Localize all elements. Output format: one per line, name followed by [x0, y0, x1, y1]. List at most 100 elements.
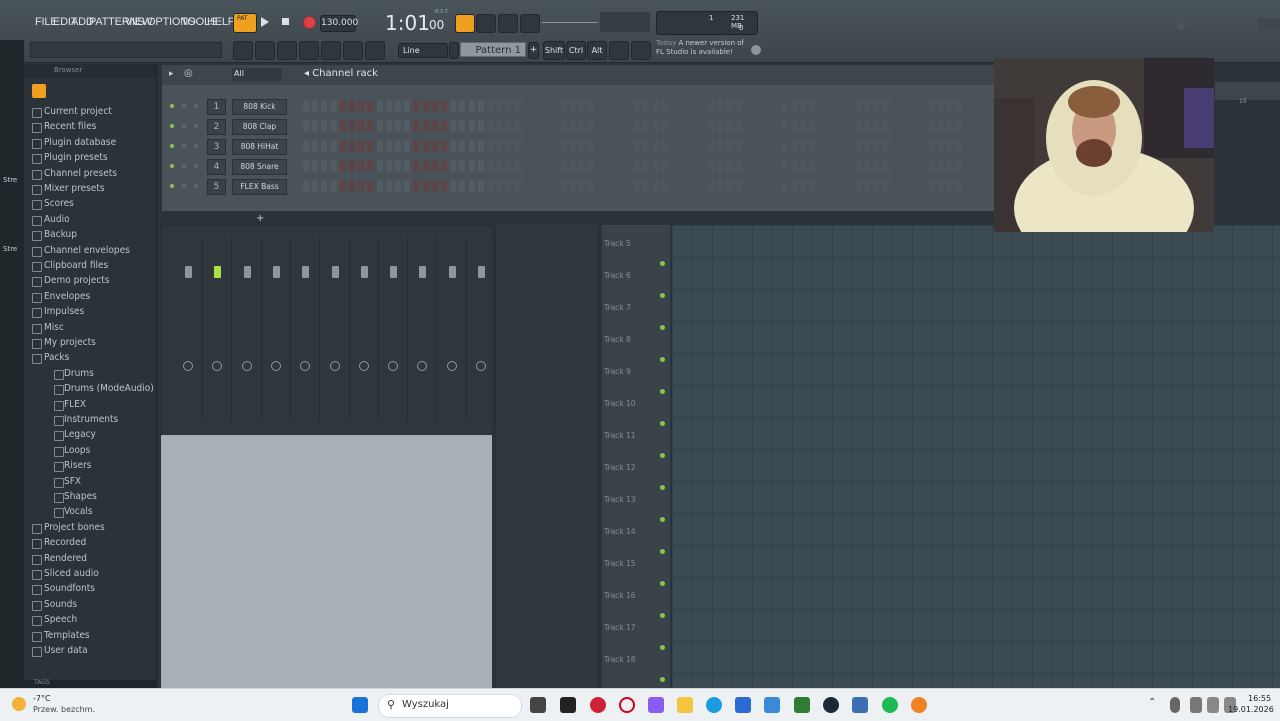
track-mute-led[interactable]: [660, 389, 665, 394]
step-button[interactable]: [312, 180, 319, 192]
add-channel-button[interactable]: +: [256, 213, 264, 224]
track-label[interactable]: Track 9: [604, 367, 631, 376]
step-button[interactable]: [891, 100, 898, 112]
step-button[interactable]: [781, 160, 788, 172]
step-button[interactable]: [385, 140, 392, 152]
step-button[interactable]: [937, 140, 944, 152]
step-button[interactable]: [385, 100, 392, 112]
step-button[interactable]: [717, 100, 723, 112]
fader-handle[interactable]: [185, 266, 192, 278]
knob-icon[interactable]: [194, 124, 198, 128]
step-button[interactable]: [533, 140, 539, 152]
step-button[interactable]: [891, 160, 898, 172]
metronome-button[interactable]: [455, 14, 475, 33]
track-mute-led[interactable]: [660, 357, 665, 362]
fader-handle[interactable]: [419, 266, 427, 278]
step-button[interactable]: [431, 120, 438, 132]
step-button[interactable]: [744, 140, 751, 152]
step-button[interactable]: [956, 160, 963, 172]
step-button[interactable]: [707, 180, 714, 192]
step-button[interactable]: [882, 180, 889, 192]
step-button[interactable]: [680, 100, 687, 112]
step-button[interactable]: [652, 160, 659, 172]
step-button[interactable]: [385, 120, 392, 132]
track-mute-led[interactable]: [660, 325, 665, 330]
step-button[interactable]: [349, 100, 355, 112]
track-mute-led[interactable]: [660, 549, 665, 554]
fader-handle[interactable]: [331, 266, 339, 278]
step-button[interactable]: [579, 160, 585, 172]
step-button[interactable]: [661, 160, 668, 172]
step-button[interactable]: [735, 100, 742, 112]
step-button[interactable]: [634, 180, 641, 192]
step-button[interactable]: [781, 180, 788, 192]
step-button[interactable]: [358, 180, 365, 192]
mixer-strip[interactable]: [203, 236, 233, 421]
step-button[interactable]: [349, 120, 355, 132]
piano-roll-icon[interactable]: [255, 41, 275, 60]
mic-icon[interactable]: [365, 41, 385, 60]
step-button[interactable]: [836, 120, 843, 132]
step-button[interactable]: [799, 120, 806, 132]
step-button[interactable]: [579, 180, 585, 192]
step-button[interactable]: [707, 140, 714, 152]
step-button[interactable]: [873, 120, 880, 132]
step-button[interactable]: [385, 180, 392, 192]
mixer-strip[interactable]: [467, 236, 496, 421]
windows-start-icon[interactable]: [352, 697, 368, 713]
channel-name-button[interactable]: 808 HiHat: [232, 139, 287, 155]
step-button[interactable]: [615, 160, 622, 172]
wait-button[interactable]: [498, 14, 518, 33]
step-button[interactable]: [551, 180, 558, 192]
task-view-icon[interactable]: [530, 697, 546, 713]
step-button[interactable]: [450, 100, 457, 112]
step-button[interactable]: [560, 140, 567, 152]
channel-name-button[interactable]: FLEX Bass: [232, 179, 287, 195]
pat-song-toggle[interactable]: PAT: [233, 13, 257, 33]
step-button[interactable]: [643, 100, 650, 112]
step-button[interactable]: [818, 140, 825, 152]
step-button[interactable]: [367, 160, 374, 172]
step-button[interactable]: [330, 120, 337, 132]
step-button[interactable]: [459, 100, 466, 112]
step-button[interactable]: [947, 140, 953, 152]
step-button[interactable]: [395, 180, 401, 192]
step-button[interactable]: [413, 180, 420, 192]
step-button[interactable]: [882, 120, 889, 132]
step-button[interactable]: [836, 160, 843, 172]
track-mute-led[interactable]: [660, 581, 665, 586]
step-button[interactable]: [560, 180, 567, 192]
step-button[interactable]: [652, 100, 659, 112]
step-button[interactable]: [956, 180, 963, 192]
track-label[interactable]: Track 12: [604, 463, 636, 472]
step-button[interactable]: [855, 140, 861, 152]
step-button[interactable]: [450, 120, 457, 132]
step-button[interactable]: [873, 160, 880, 172]
step-button[interactable]: [459, 180, 466, 192]
step-button[interactable]: [477, 160, 484, 172]
step-button[interactable]: [330, 160, 337, 172]
menu-list-icon[interactable]: [631, 41, 651, 60]
typing-keyboard-icon[interactable]: [609, 41, 629, 60]
step-button[interactable]: [901, 120, 907, 132]
mute-led[interactable]: [170, 144, 174, 148]
pattern-selector[interactable]: Pattern 1: [460, 42, 526, 57]
globe-icon[interactable]: [751, 45, 761, 55]
step-button[interactable]: [477, 100, 484, 112]
step-button[interactable]: [891, 180, 898, 192]
channel-rack-icon[interactable]: [277, 41, 297, 60]
step-button[interactable]: [487, 180, 493, 192]
step-button[interactable]: [845, 100, 852, 112]
browser-item[interactable]: Rendered: [44, 553, 87, 564]
step-button[interactable]: [901, 140, 907, 152]
add-pattern-icon[interactable]: +: [528, 42, 539, 59]
step-button[interactable]: [597, 100, 604, 112]
step-button[interactable]: [551, 160, 558, 172]
step-button[interactable]: [652, 140, 659, 152]
pan-knob-icon[interactable]: [476, 361, 486, 371]
step-button[interactable]: [606, 160, 613, 172]
step-button[interactable]: [717, 180, 723, 192]
step-button[interactable]: [588, 120, 595, 132]
step-button[interactable]: [533, 120, 539, 132]
step-button[interactable]: [799, 100, 806, 112]
